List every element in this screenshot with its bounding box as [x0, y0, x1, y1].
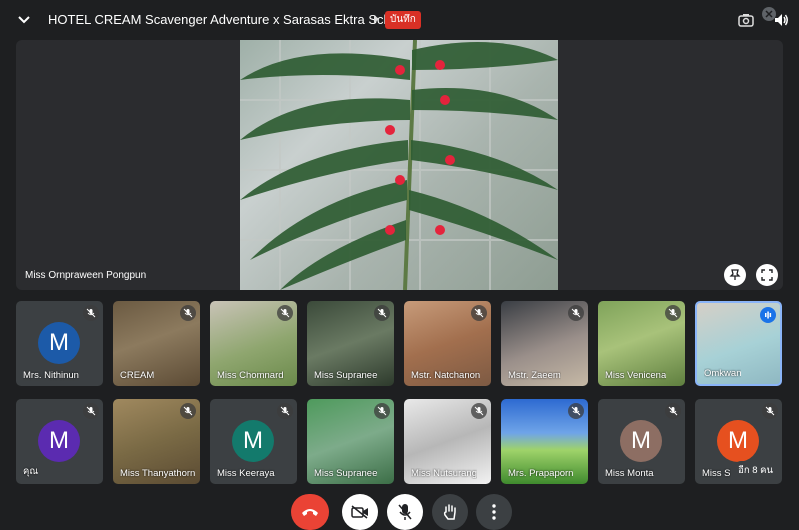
muted-indicator	[665, 403, 681, 419]
recording-badge: บันทึก	[385, 11, 421, 29]
more-vert-icon	[492, 504, 496, 520]
participant-name: Mstr. Zaeem	[508, 370, 561, 381]
speaking-indicator	[760, 307, 776, 323]
mic-off-icon	[668, 406, 678, 416]
muted-indicator	[374, 403, 390, 419]
participant-name: คุณ	[23, 466, 39, 477]
participant-tile[interactable]: M คุณ	[16, 399, 103, 484]
participant-tile[interactable]: Mrs. Prapaporn	[501, 399, 588, 484]
mic-off-icon	[86, 406, 96, 416]
avatar: M	[38, 420, 80, 462]
participant-tile[interactable]: M Miss S อีก 8 คน	[695, 399, 782, 484]
muted-indicator	[665, 305, 681, 321]
participant-tile[interactable]: Miss Nutsurang	[404, 399, 491, 484]
muted-indicator	[83, 305, 99, 321]
mic-off-icon	[571, 308, 581, 318]
participant-name: Miss Thanyathorn	[120, 468, 196, 479]
muted-indicator	[277, 403, 293, 419]
participant-name: CREAM	[120, 370, 155, 381]
mic-off-icon	[377, 406, 387, 416]
participant-name: Mrs. Nithinun	[23, 370, 79, 381]
more-options-button[interactable]	[476, 494, 512, 530]
muted-indicator	[180, 403, 196, 419]
mic-off-icon	[377, 308, 387, 318]
participant-tile[interactable]: Miss Venicena	[598, 301, 685, 386]
mic-off-icon	[280, 406, 290, 416]
speaking-icon	[765, 311, 772, 319]
avatar: M	[620, 420, 662, 462]
chevron-down-icon[interactable]	[16, 12, 32, 28]
pin-icon	[729, 269, 741, 280]
top-bar: HOTEL CREAM Scavenger Adventure x Sarasa…	[0, 0, 799, 40]
muted-indicator	[374, 305, 390, 321]
speaker-name: Miss Ornpraween Pongpun	[25, 270, 147, 281]
mic-off-icon	[183, 406, 193, 416]
muted-indicator	[471, 305, 487, 321]
mic-off-icon	[474, 308, 484, 318]
pin-button[interactable]	[724, 264, 746, 286]
end-call-button[interactable]	[291, 494, 329, 530]
leaf-video-frame	[240, 40, 558, 290]
volume-icon[interactable]	[772, 11, 790, 29]
participant-tile[interactable]: M Miss Keeraya	[210, 399, 297, 484]
participant-name: Miss Venicena	[605, 370, 667, 381]
avatar: M	[232, 420, 274, 462]
participant-name: Mrs. Prapaporn	[508, 468, 574, 479]
participant-tile[interactable]: M Mrs. Nithinun	[16, 301, 103, 386]
muted-indicator	[180, 305, 196, 321]
muted-indicator	[568, 305, 584, 321]
muted-indicator	[277, 305, 293, 321]
participant-tile[interactable]: Miss Chomnard	[210, 301, 297, 386]
mic-off-icon	[183, 308, 193, 318]
mic-off-icon	[280, 308, 290, 318]
participant-name: Miss Monta	[605, 468, 654, 479]
mic-off-icon	[86, 308, 96, 318]
muted-indicator	[83, 403, 99, 419]
mic-off-icon	[474, 406, 484, 416]
participant-name: Miss Keeraya	[217, 468, 275, 479]
mic-off-icon	[571, 406, 581, 416]
participant-tile[interactable]: CREAM	[113, 301, 200, 386]
camera-icon[interactable]	[737, 11, 755, 29]
camera-off-icon	[351, 505, 368, 519]
more-participants-badge[interactable]: อีก 8 คน	[732, 461, 779, 480]
participant-name: Mstr. Natchanon	[411, 370, 481, 381]
end-call-icon	[302, 509, 318, 516]
camera-toggle-button[interactable]	[342, 494, 378, 530]
meeting-title: HOTEL CREAM Scavenger Adventure x Sarasa…	[48, 12, 409, 27]
participant-name: Miss Nutsurang	[411, 468, 477, 479]
raise-hand-icon	[443, 504, 456, 520]
participant-tile[interactable]: M Miss Monta	[598, 399, 685, 484]
fullscreen-icon	[761, 269, 773, 281]
participant-tile[interactable]: Miss Thanyathorn	[113, 399, 200, 484]
mic-off-icon	[668, 308, 678, 318]
fullscreen-button[interactable]	[756, 264, 778, 286]
mic-toggle-button[interactable]	[387, 494, 423, 530]
participant-name: Miss S	[702, 468, 731, 479]
participant-name: Omkwan	[704, 368, 742, 379]
participant-name: Miss Chomnard	[217, 370, 284, 381]
raise-hand-button[interactable]	[432, 494, 468, 530]
avatar: M	[717, 420, 759, 462]
participant-name: Miss Supranee	[314, 468, 378, 479]
participant-tile[interactable]: Mstr. Zaeem	[501, 301, 588, 386]
muted-indicator	[471, 403, 487, 419]
participant-name: Miss Supranee	[314, 370, 378, 381]
expand-title-icon[interactable]	[374, 15, 379, 23]
main-video	[240, 40, 558, 290]
participant-tile[interactable]: Mstr. Natchanon	[404, 301, 491, 386]
avatar: M	[38, 322, 80, 364]
main-stage: Miss Ornpraween Pongpun	[16, 40, 783, 290]
participant-tile[interactable]: Miss Supranee	[307, 399, 394, 484]
mic-off-icon	[765, 406, 775, 416]
mic-off-icon	[398, 504, 412, 520]
muted-indicator	[762, 403, 778, 419]
muted-indicator	[568, 403, 584, 419]
participant-tile[interactable]: Miss Supranee	[307, 301, 394, 386]
participant-tile[interactable]: Omkwan	[695, 301, 782, 386]
